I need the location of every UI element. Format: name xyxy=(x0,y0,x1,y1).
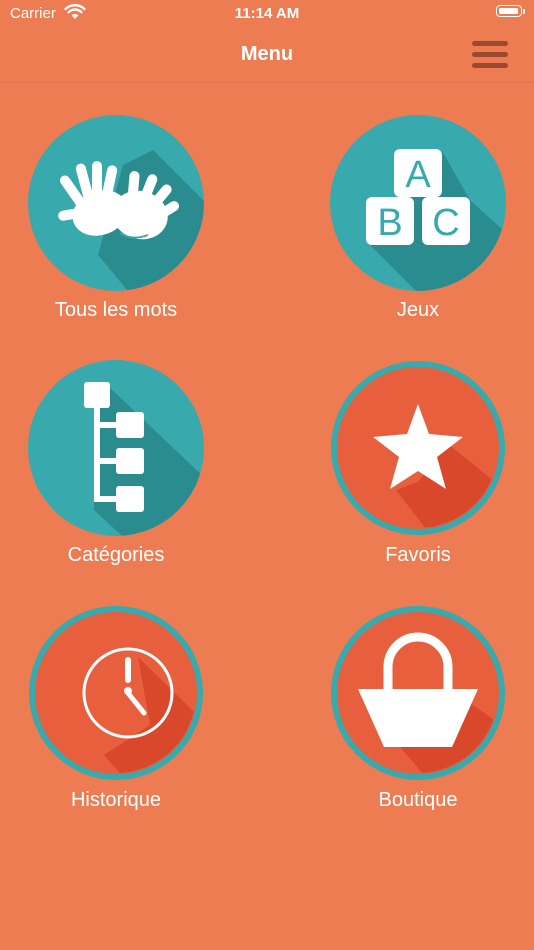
battery-icon xyxy=(496,5,522,17)
page-title: Menu xyxy=(240,43,294,65)
favorites-button[interactable]: Favoris xyxy=(318,360,518,580)
shop-button[interactable]: Boutique xyxy=(318,605,518,825)
hamburger-menu-icon xyxy=(472,41,508,46)
clock-icon xyxy=(29,606,203,780)
block-letter-b: B xyxy=(377,202,402,244)
block-letter-a: A xyxy=(405,154,431,196)
games-button[interactable]: A B C Jeux xyxy=(318,115,518,335)
signing-hands-icon xyxy=(28,115,204,291)
games-label: Jeux xyxy=(396,299,440,321)
battery-tip xyxy=(523,9,525,14)
history-button[interactable]: Historique xyxy=(16,605,216,825)
history-label: Historique xyxy=(70,789,162,811)
categories-button[interactable]: Catégories xyxy=(16,360,216,580)
shop-label: Boutique xyxy=(378,789,458,811)
navigation-bar: Menu xyxy=(0,28,534,83)
status-time: 11:14 AM xyxy=(234,5,300,22)
favorites-label: Favoris xyxy=(385,544,451,566)
shopping-basket-icon xyxy=(331,606,505,780)
hamburger-menu-button[interactable] xyxy=(466,38,514,72)
category-tree-icon xyxy=(28,360,204,536)
block-letter-c: C xyxy=(432,202,459,244)
abc-blocks-icon: A B C xyxy=(330,115,506,291)
hamburger-menu-icon xyxy=(472,52,508,57)
categories-label: Catégories xyxy=(67,544,165,566)
hamburger-menu-icon xyxy=(472,63,508,68)
star-icon xyxy=(331,361,505,535)
all-words-label: Tous les mots xyxy=(54,299,178,321)
all-words-button[interactable]: Tous les mots xyxy=(16,115,216,335)
battery-level xyxy=(498,7,518,14)
status-bar: Carrier 11:14 AM xyxy=(0,0,534,28)
